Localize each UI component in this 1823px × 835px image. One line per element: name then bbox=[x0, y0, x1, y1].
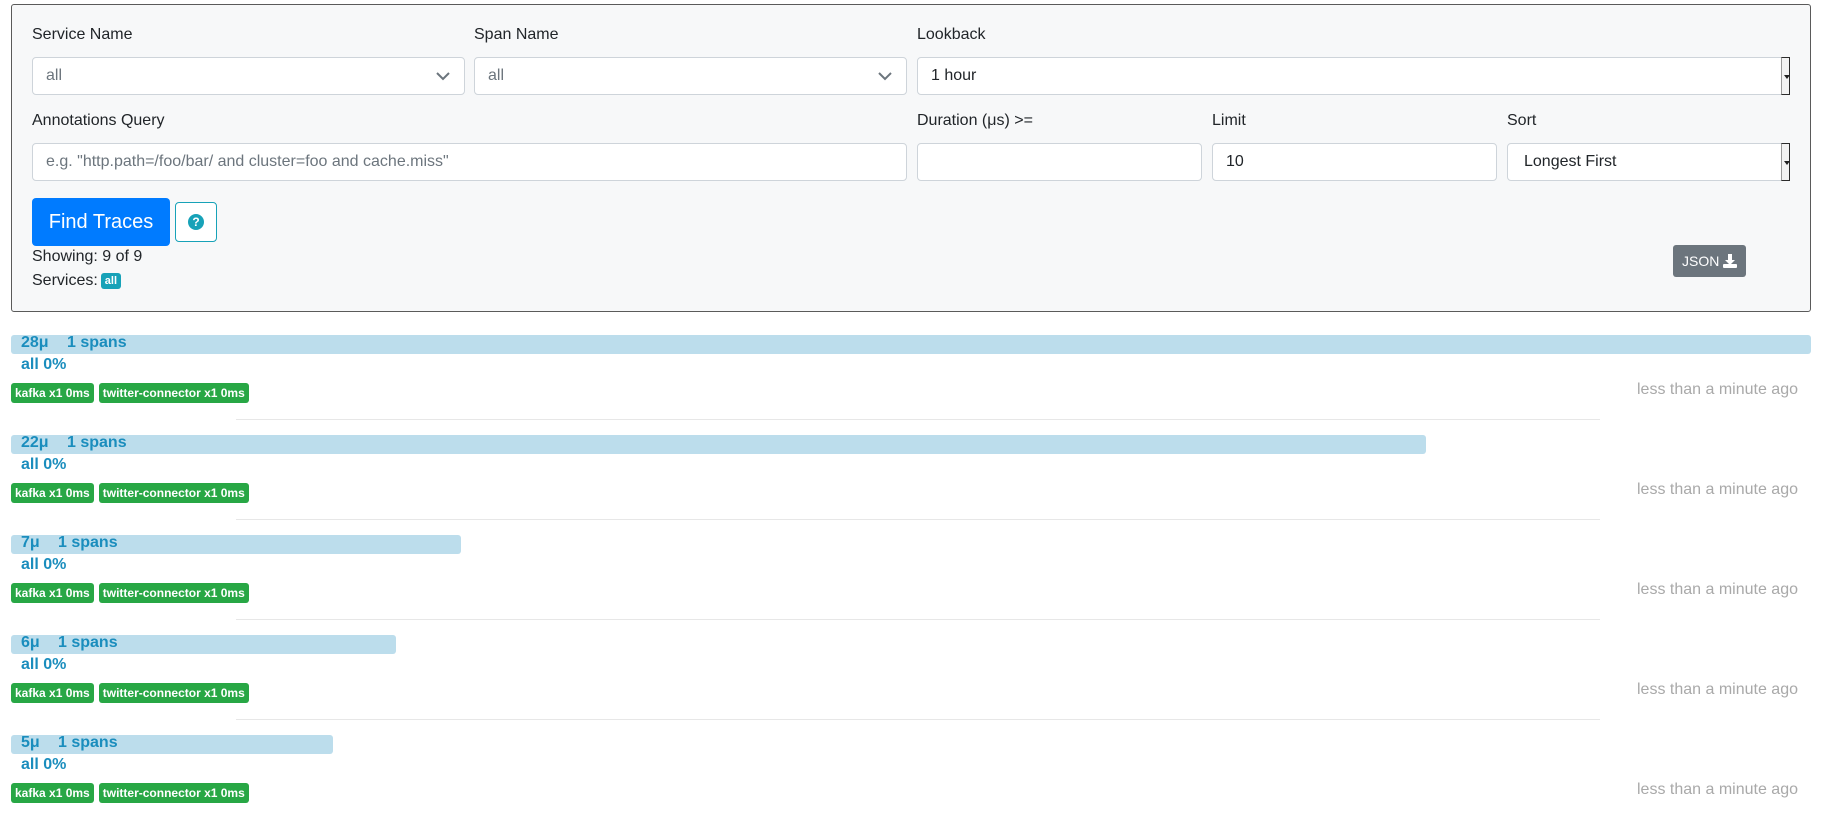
service-tag-badge[interactable]: kafka x1 0ms bbox=[11, 783, 94, 803]
trace-row[interactable]: 7μ 1 spans all 0% kafka x1 0ms twitter-conne… bbox=[11, 534, 1811, 635]
trace-divider bbox=[236, 519, 1600, 520]
annotations-query-placeholder: e.g. "http.path=/foo/bar/ and cluster=fo… bbox=[46, 153, 449, 170]
service-tag-badge[interactable]: kafka x1 0ms bbox=[11, 383, 94, 403]
trace-span-count: 1 spans bbox=[58, 534, 118, 551]
trace-duration: 22μ bbox=[21, 434, 49, 451]
download-icon bbox=[1723, 254, 1737, 268]
limit-value: 10 bbox=[1226, 153, 1244, 170]
trace-row[interactable]: 28μ 1 spans all 0% kafka x1 0ms twitter-conn… bbox=[11, 334, 1811, 435]
annotations-query-label: Annotations Query bbox=[32, 112, 165, 129]
sort-value: Longest First bbox=[1524, 153, 1617, 170]
search-panel: Service Name Span Name Lookback all all … bbox=[11, 4, 1811, 312]
duration-input[interactable] bbox=[917, 143, 1202, 181]
lookback-select[interactable]: 1 hour bbox=[917, 57, 1790, 95]
span-name-label: Span Name bbox=[474, 26, 559, 43]
select-arrow-icon bbox=[1781, 57, 1790, 95]
trace-divider bbox=[236, 719, 1600, 720]
trace-span-count: 1 spans bbox=[67, 434, 127, 451]
trace-service-percent: all 0% bbox=[21, 456, 67, 473]
services-summary: Services: all bbox=[32, 272, 122, 290]
select-arrow-icon bbox=[1781, 143, 1790, 181]
trace-service-percent: all 0% bbox=[21, 356, 67, 373]
lookback-value: 1 hour bbox=[931, 67, 977, 84]
trace-service-percent: all 0% bbox=[21, 656, 67, 673]
trace-service-tags: kafka x1 0ms twitter-connector x1 0ms bbox=[11, 783, 249, 803]
service-tag-badge[interactable]: kafka x1 0ms bbox=[11, 683, 94, 703]
trace-duration-bar bbox=[11, 335, 1811, 354]
trace-timestamp: less than a minute ago bbox=[1637, 781, 1798, 798]
trace-duration: 5μ bbox=[21, 734, 40, 751]
services-label: Services: bbox=[32, 272, 98, 289]
trace-span-count: 1 spans bbox=[58, 734, 118, 751]
trace-service-tags: kafka x1 0ms twitter-connector x1 0ms bbox=[11, 683, 249, 703]
trace-divider bbox=[236, 619, 1600, 620]
chevron-down-icon bbox=[878, 72, 892, 81]
showing-count: Showing: 9 of 9 bbox=[32, 248, 143, 265]
trace-service-percent: all 0% bbox=[21, 556, 67, 573]
service-name-label: Service Name bbox=[32, 26, 133, 43]
trace-timestamp: less than a minute ago bbox=[1637, 581, 1798, 598]
trace-service-tags: kafka x1 0ms twitter-connector x1 0ms bbox=[11, 483, 249, 503]
services-badge[interactable]: all bbox=[100, 273, 122, 289]
sort-select[interactable]: Longest First bbox=[1507, 143, 1790, 181]
service-name-value: all bbox=[46, 67, 63, 84]
service-tag-badge[interactable]: twitter-connector x1 0ms bbox=[98, 583, 249, 603]
trace-duration: 28μ bbox=[21, 334, 49, 351]
trace-span-count: 1 spans bbox=[58, 634, 118, 651]
chevron-down-icon bbox=[436, 72, 450, 81]
trace-timestamp: less than a minute ago bbox=[1637, 381, 1798, 398]
span-name-select[interactable]: all bbox=[474, 57, 907, 95]
trace-row[interactable]: 6μ 1 spans all 0% kafka x1 0ms twitter-conne… bbox=[11, 634, 1811, 735]
duration-label: Duration (μs) >= bbox=[917, 112, 1033, 129]
service-name-select[interactable]: all bbox=[32, 57, 465, 95]
service-tag-badge[interactable]: twitter-connector x1 0ms bbox=[98, 683, 249, 703]
trace-duration-bar bbox=[11, 435, 1426, 454]
json-button-label: JSON bbox=[1682, 253, 1720, 269]
trace-timestamp: less than a minute ago bbox=[1637, 681, 1798, 698]
question-circle-icon: ? bbox=[188, 214, 204, 230]
annotations-query-input[interactable]: e.g. "http.path=/foo/bar/ and cluster=fo… bbox=[32, 143, 907, 181]
trace-divider bbox=[236, 419, 1600, 420]
limit-input[interactable]: 10 bbox=[1212, 143, 1497, 181]
service-tag-badge[interactable]: twitter-connector x1 0ms bbox=[98, 483, 249, 503]
find-traces-button[interactable]: Find Traces bbox=[32, 198, 170, 246]
trace-service-percent: all 0% bbox=[21, 756, 67, 773]
service-tag-badge[interactable]: twitter-connector x1 0ms bbox=[98, 783, 249, 803]
service-tag-badge[interactable]: kafka x1 0ms bbox=[11, 483, 94, 503]
sort-label: Sort bbox=[1507, 112, 1537, 129]
lookback-label: Lookback bbox=[917, 26, 986, 43]
service-tag-badge[interactable]: twitter-connector x1 0ms bbox=[98, 383, 249, 403]
trace-row[interactable]: 22μ 1 spans all 0% kafka x1 0ms twitter-conn… bbox=[11, 434, 1811, 535]
service-tag-badge[interactable]: kafka x1 0ms bbox=[11, 583, 94, 603]
help-button[interactable]: ? bbox=[175, 202, 217, 242]
trace-span-count: 1 spans bbox=[67, 334, 127, 351]
span-name-value: all bbox=[488, 67, 505, 84]
json-download-button[interactable]: JSON bbox=[1673, 245, 1746, 277]
trace-timestamp: less than a minute ago bbox=[1637, 481, 1798, 498]
trace-row[interactable]: 5μ 1 spans all 0% kafka x1 0ms twitter-conne… bbox=[11, 734, 1811, 835]
trace-duration: 6μ bbox=[21, 634, 40, 651]
trace-service-tags: kafka x1 0ms twitter-connector x1 0ms bbox=[11, 383, 249, 403]
trace-service-tags: kafka x1 0ms twitter-connector x1 0ms bbox=[11, 583, 249, 603]
trace-duration: 7μ bbox=[21, 534, 40, 551]
limit-label: Limit bbox=[1212, 112, 1246, 129]
